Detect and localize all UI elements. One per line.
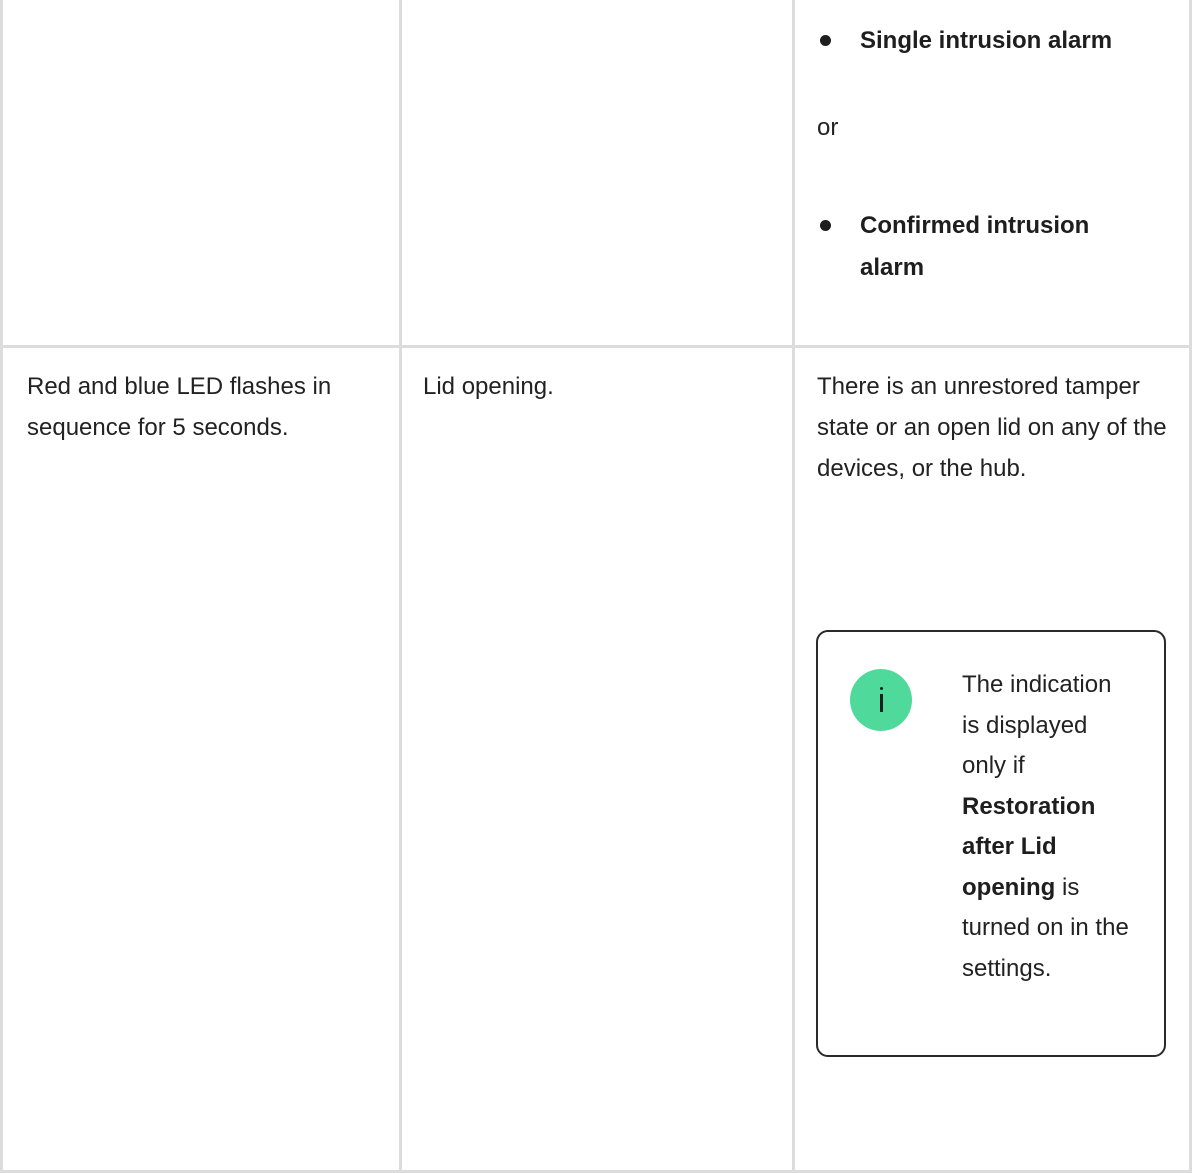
bullet-icon [820, 35, 831, 46]
info-callout-text: The indication is displayed only if Rest… [962, 665, 1132, 989]
table-divider-col2 [792, 0, 795, 1173]
list-item: Single intrusion alarm [820, 20, 1160, 62]
info-icon [850, 669, 912, 731]
list-item-text: Confirmed intrusion alarm [860, 212, 1090, 281]
table-divider-left [0, 0, 3, 1173]
table-divider-col1 [399, 0, 402, 1173]
info-text-before: The indication is displayed only if [962, 671, 1112, 779]
info-callout: The indication is displayed only if Rest… [816, 630, 1166, 1057]
list-item: Confirmed intrusion alarm [820, 205, 1160, 289]
separator-text: or [817, 114, 839, 141]
note-cell: There is an unrestored tamper state or a… [817, 373, 1167, 482]
table-row-divider [0, 345, 1192, 348]
indication-cell: Red and blue LED flashes in sequence for… [27, 373, 332, 441]
list-item-text: Single intrusion alarm [860, 27, 1113, 54]
bullet-icon [820, 220, 831, 231]
event-cell: Lid opening. [423, 373, 554, 400]
